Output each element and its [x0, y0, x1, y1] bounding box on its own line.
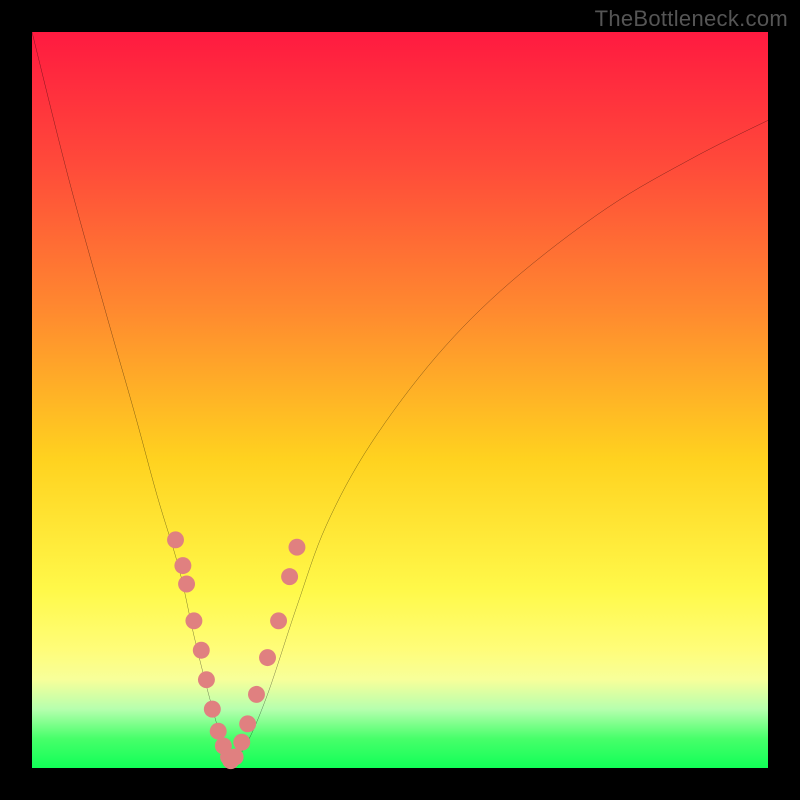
highlight-dot: [174, 557, 191, 574]
highlighted-points-group: [167, 531, 305, 769]
curve-layer: [32, 32, 768, 768]
highlight-dot: [185, 612, 202, 629]
highlight-dot: [210, 723, 227, 740]
highlight-dot: [204, 701, 221, 718]
highlight-dot: [198, 671, 215, 688]
highlight-dot: [239, 715, 256, 732]
bottleneck-curve: [32, 32, 768, 761]
highlight-dot: [248, 686, 265, 703]
highlight-dot: [167, 531, 184, 548]
highlight-dot: [288, 539, 305, 556]
chart-frame: TheBottleneck.com: [0, 0, 800, 800]
plot-area: [32, 32, 768, 768]
highlight-dot: [270, 612, 287, 629]
watermark-text: TheBottleneck.com: [595, 6, 788, 32]
highlight-dot: [227, 748, 244, 765]
highlight-dot: [193, 642, 210, 659]
highlight-dot: [259, 649, 276, 666]
highlight-dot: [178, 576, 195, 593]
highlight-dot: [281, 568, 298, 585]
highlight-dot: [233, 734, 250, 751]
